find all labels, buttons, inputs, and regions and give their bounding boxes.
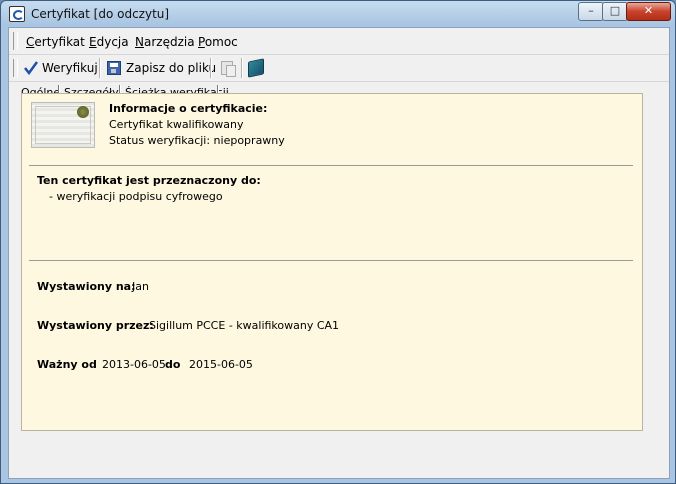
copy-button[interactable] [221, 57, 236, 79]
valid-to-date: 2015-06-05 [189, 358, 253, 371]
help-book-button[interactable] [248, 57, 264, 79]
verify-button[interactable]: Weryfikuj [24, 57, 98, 79]
certificate-type: Certyfikat kwalifikowany [109, 118, 244, 131]
valid-from-date: 2013-06-05 [102, 358, 166, 371]
close-button[interactable]: ✕ [626, 2, 671, 21]
minimize-button[interactable]: – [578, 2, 604, 21]
certificate-document-icon [31, 102, 95, 148]
title-bar[interactable]: Certyfikat [do odczytu] – □ ✕ [1, 1, 675, 27]
verification-status: Status weryfikacji: niepoprawny [109, 134, 285, 147]
floppy-disk-icon [107, 61, 121, 75]
divider [29, 165, 633, 166]
certificate-window: Certyfikat [do odczytu] – □ ✕ Certyfikat… [0, 0, 676, 484]
menu-pomoc[interactable]: Pomoc [198, 35, 238, 49]
verify-button-label: Weryfikuj [42, 61, 98, 75]
window-title: Certyfikat [do odczytu] [31, 7, 170, 21]
purpose-item: - weryfikacji podpisu cyfrowego [49, 190, 223, 203]
valid-to-label: do [165, 358, 181, 371]
seal-icon [77, 106, 89, 118]
menu-certyfikat[interactable]: Certyfikat [26, 35, 85, 49]
save-to-file-button[interactable]: Zapisz do pliku [107, 57, 216, 79]
menu-bar: Certyfikat Edycja Narzędzia Pomoc [9, 28, 669, 55]
toolbar: Weryfikuj Zapisz do pliku [9, 55, 669, 82]
toolbar-separator [241, 58, 243, 78]
maximize-button[interactable]: □ [602, 2, 628, 21]
info-heading: Informacje o certyfikacie: [109, 102, 268, 115]
copy-icon [221, 61, 236, 77]
divider [29, 260, 633, 261]
save-button-label: Zapisz do pliku [126, 61, 217, 75]
toolbar-separator [99, 58, 101, 78]
valid-from-label: Ważny od [37, 358, 97, 371]
toolbar-grip-handle[interactable] [13, 59, 18, 77]
menu-narzedzia[interactable]: Narzędzia [135, 35, 195, 49]
purpose-heading: Ten certyfikat jest przeznaczony do: [37, 174, 261, 187]
issued-to-value: Jan [132, 280, 149, 293]
issued-by-value: Sigillum PCCE - kwalifikowany CA1 [149, 319, 340, 332]
toolbar-separator [210, 58, 212, 78]
issued-to-label: Wystawiony na: [37, 280, 136, 293]
issued-by-label: Wystawiony przez: [37, 319, 154, 332]
checkmark-icon [24, 61, 38, 75]
menu-edycja[interactable]: Edycja [89, 35, 129, 49]
certificate-app-icon[interactable] [9, 6, 25, 22]
book-icon [248, 58, 264, 78]
general-info-panel: Informacje o certyfikacie: Certyfikat kw… [21, 93, 643, 431]
menu-grip-handle[interactable] [13, 32, 18, 50]
